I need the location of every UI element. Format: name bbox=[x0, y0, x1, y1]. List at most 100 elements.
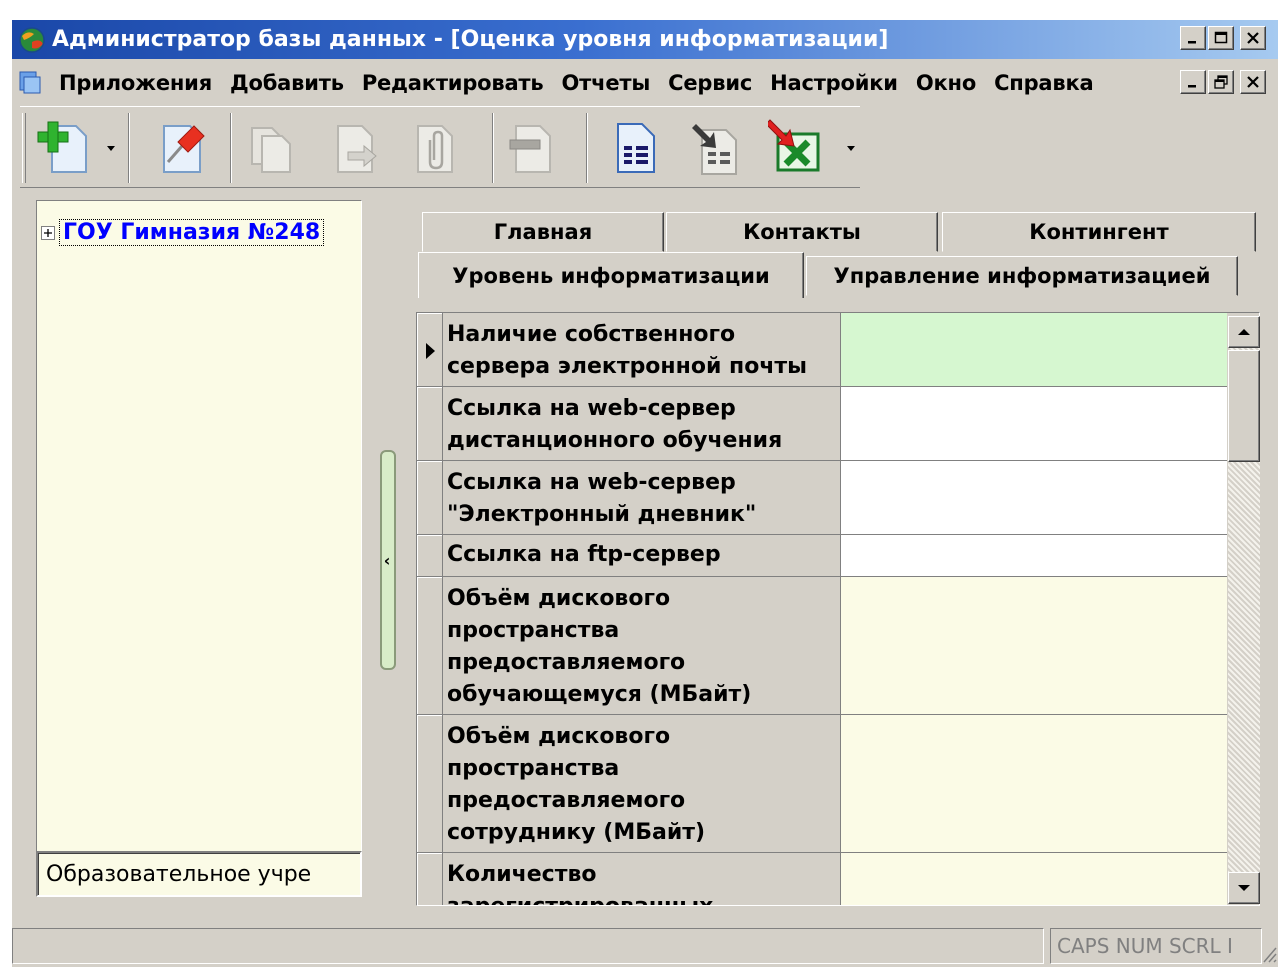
grid-row[interactable]: Ссылка на web-сервер дистанционного обуч… bbox=[417, 387, 1227, 461]
toolbar-separator bbox=[492, 113, 494, 183]
tab-informatization-management-label: Управление информатизацией bbox=[833, 264, 1211, 288]
row-indicator[interactable] bbox=[417, 535, 443, 576]
move-button[interactable] bbox=[324, 115, 388, 181]
delete-button[interactable] bbox=[500, 115, 564, 181]
menu-window[interactable]: Окно bbox=[907, 71, 985, 95]
attach-icon bbox=[417, 125, 453, 173]
row-label: Наличие собственного сервера электронной… bbox=[443, 313, 841, 386]
tab-informatization-level[interactable]: Уровень информатизации bbox=[418, 252, 804, 298]
collapse-left-icon: ‹ bbox=[383, 550, 391, 570]
close-button[interactable] bbox=[1240, 26, 1266, 50]
keyboard-status: CAPS NUM SCRL I bbox=[1050, 928, 1262, 964]
minimize-icon bbox=[1188, 85, 1196, 88]
child-close-button[interactable] bbox=[1240, 70, 1266, 94]
menu-reports[interactable]: Отчеты bbox=[553, 71, 660, 95]
excel-export-icon bbox=[768, 119, 820, 172]
toolbar-separator bbox=[586, 113, 588, 183]
menu-applications[interactable]: Приложения bbox=[50, 71, 221, 95]
tree-node-label[interactable]: ГОУ Гимназия №248 bbox=[59, 219, 325, 246]
status-bar: CAPS NUM SCRL I bbox=[12, 924, 1278, 967]
app-globe-icon bbox=[19, 26, 45, 53]
toolbar bbox=[20, 106, 860, 188]
tab-contingent[interactable]: Контингент bbox=[942, 212, 1256, 252]
row-indicator[interactable] bbox=[417, 853, 443, 905]
menu-bar: Приложения Добавить Редактировать Отчеты… bbox=[12, 64, 1278, 102]
row-label: Ссылка на web-сервер дистанционного обуч… bbox=[443, 387, 841, 460]
grid-row[interactable]: Ссылка на ftp-сервер bbox=[417, 535, 1227, 577]
object-type-field[interactable]: Образовательное учре bbox=[36, 851, 362, 897]
list-button[interactable] bbox=[604, 115, 668, 181]
pin-button[interactable] bbox=[150, 115, 214, 181]
list-document-icon bbox=[617, 123, 655, 173]
menu-help[interactable]: Справка bbox=[985, 71, 1102, 95]
import-icon bbox=[692, 124, 737, 175]
row-value-cell[interactable] bbox=[841, 577, 1227, 714]
add-document-icon bbox=[37, 121, 87, 173]
attach-button[interactable] bbox=[404, 115, 468, 181]
toolbar-grip[interactable] bbox=[22, 113, 26, 183]
row-label: Ссылка на web-сервер "Электронный дневни… bbox=[443, 461, 841, 534]
move-icon bbox=[337, 125, 377, 173]
scroll-up-button[interactable] bbox=[1228, 316, 1260, 348]
row-label: Количество зарегистрированных bbox=[443, 853, 841, 905]
row-value-cell[interactable] bbox=[841, 461, 1227, 534]
grid-row[interactable]: Наличие собственного сервера электронной… bbox=[417, 313, 1227, 387]
tab-contacts-label: Контакты bbox=[743, 220, 861, 244]
row-indicator[interactable] bbox=[417, 715, 443, 852]
row-value-cell[interactable] bbox=[841, 715, 1227, 852]
maximize-icon bbox=[1214, 31, 1228, 44]
panel-collapse-splitter[interactable]: ‹ bbox=[380, 450, 396, 670]
row-label: Объём дискового пространства предоставля… bbox=[443, 577, 841, 714]
scroll-thumb[interactable] bbox=[1228, 350, 1260, 462]
add-button[interactable] bbox=[32, 115, 96, 181]
copy-button[interactable] bbox=[238, 115, 302, 181]
grid-row[interactable]: Количество зарегистрированных bbox=[417, 853, 1227, 905]
row-value-cell[interactable] bbox=[841, 313, 1227, 386]
tab-main-label: Главная bbox=[493, 220, 593, 244]
grid-row[interactable]: Ссылка на web-сервер "Электронный дневни… bbox=[417, 461, 1227, 535]
tree-node-root[interactable]: ГОУ Гимназия №248 bbox=[41, 219, 325, 246]
tab-main[interactable]: Главная bbox=[422, 212, 664, 252]
row-value-cell[interactable] bbox=[841, 535, 1227, 576]
row-indicator[interactable] bbox=[417, 461, 443, 534]
tab-contacts[interactable]: Контакты bbox=[666, 212, 938, 252]
row-value-cell[interactable] bbox=[841, 853, 1227, 905]
tree-panel[interactable]: ГОУ Гимназия №248 bbox=[36, 200, 362, 890]
child-minimize-button[interactable] bbox=[1180, 70, 1206, 94]
add-dropdown-arrow-icon[interactable] bbox=[106, 143, 116, 153]
row-indicator[interactable] bbox=[417, 313, 443, 386]
close-icon bbox=[1247, 32, 1259, 44]
row-label: Ссылка на ftp-сервер bbox=[443, 535, 841, 576]
excel-dropdown-arrow-icon[interactable] bbox=[846, 143, 856, 153]
title-bar[interactable]: Администратор базы данных - [Оценка уров… bbox=[12, 20, 1278, 59]
tab-contingent-label: Контингент bbox=[1029, 220, 1169, 244]
expand-icon[interactable] bbox=[41, 225, 55, 240]
grid-row[interactable]: Объём дискового пространства предоставля… bbox=[417, 577, 1227, 715]
menu-edit[interactable]: Редактировать bbox=[353, 71, 553, 95]
child-restore-button[interactable] bbox=[1208, 70, 1234, 94]
excel-export-button[interactable] bbox=[766, 115, 830, 181]
scroll-down-button[interactable] bbox=[1228, 872, 1260, 904]
menu-settings[interactable]: Настройки bbox=[761, 71, 907, 95]
menu-service[interactable]: Сервис bbox=[659, 71, 761, 95]
tab-informatization-management[interactable]: Управление информатизацией bbox=[806, 256, 1238, 296]
minimize-button[interactable] bbox=[1180, 26, 1206, 50]
resize-grip-icon[interactable] bbox=[1260, 942, 1278, 964]
grid-row[interactable]: Объём дискового пространства предоставля… bbox=[417, 715, 1227, 853]
current-row-pointer-icon bbox=[426, 343, 435, 359]
properties-grid: Наличие собственного сервера электронной… bbox=[416, 312, 1260, 906]
copy-icon bbox=[251, 127, 291, 173]
mdi-document-icon[interactable] bbox=[16, 69, 44, 97]
toolbar-separator bbox=[230, 113, 232, 183]
import-button[interactable] bbox=[686, 115, 750, 181]
grid-vertical-scrollbar[interactable] bbox=[1228, 316, 1260, 904]
tab-informatization-level-label: Уровень информатизации bbox=[452, 263, 770, 288]
row-label: Объём дискового пространства предоставля… bbox=[443, 715, 841, 852]
row-indicator[interactable] bbox=[417, 577, 443, 714]
menu-add[interactable]: Добавить bbox=[221, 71, 353, 95]
maximize-button[interactable] bbox=[1208, 26, 1234, 50]
row-indicator[interactable] bbox=[417, 387, 443, 460]
row-value-cell[interactable] bbox=[841, 387, 1227, 460]
arrow-down-icon bbox=[1238, 885, 1250, 891]
object-type-text: Образовательное учре bbox=[46, 861, 312, 887]
